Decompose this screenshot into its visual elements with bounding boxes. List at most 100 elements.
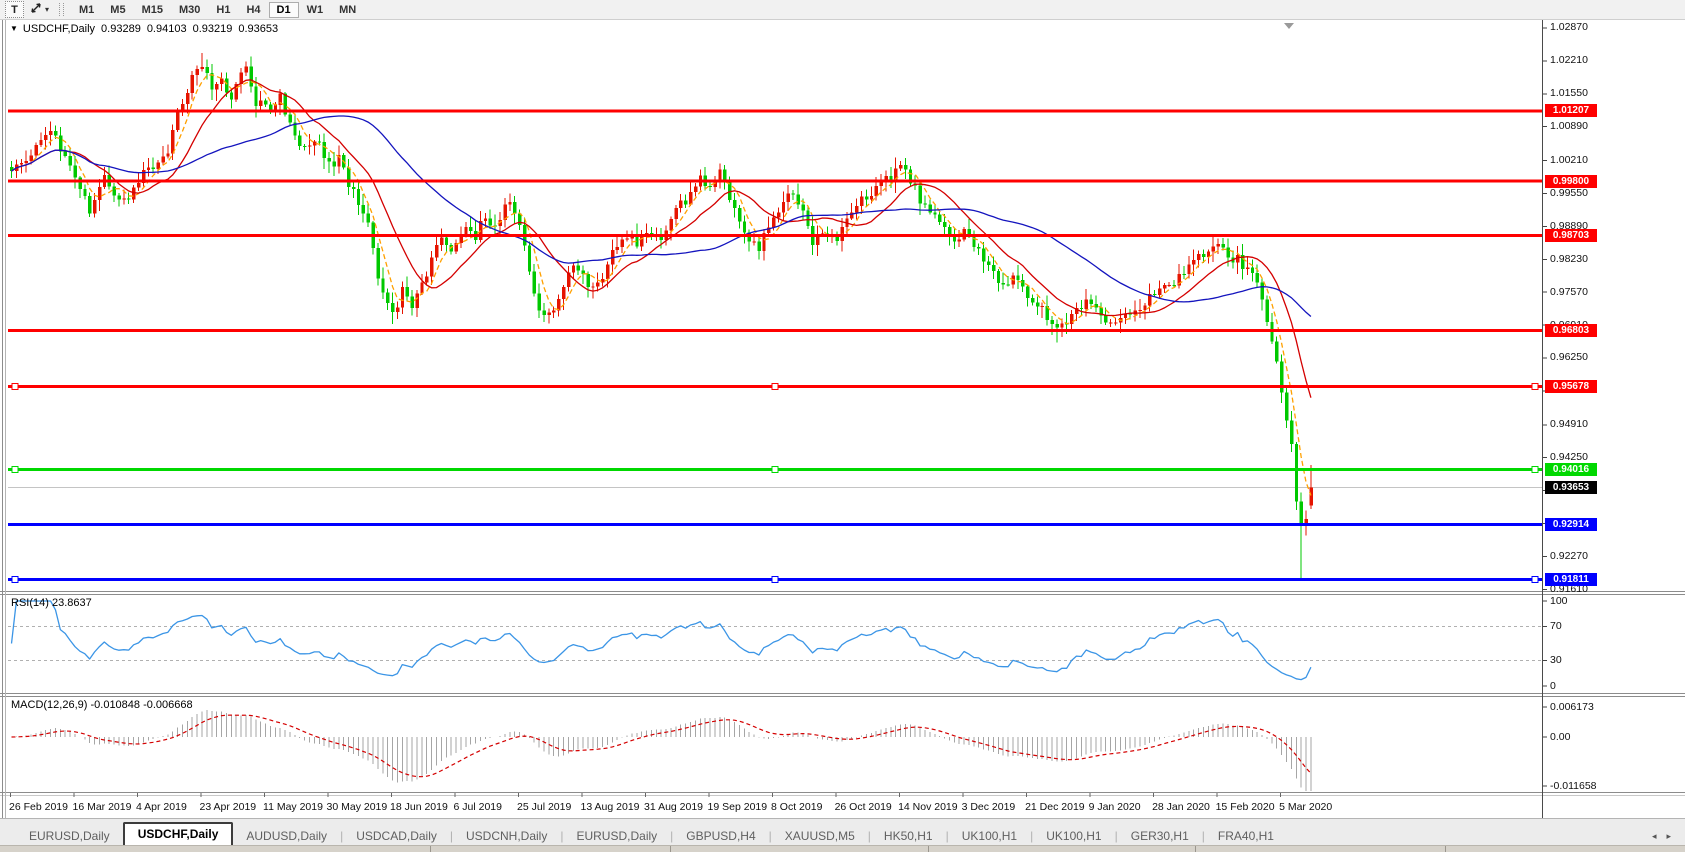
candle-body: [376, 248, 379, 279]
date-label: 11 May 2019: [263, 801, 323, 813]
hline-handle[interactable]: [772, 384, 778, 390]
candle-body: [25, 161, 28, 163]
timeframe-button-M15[interactable]: M15: [134, 2, 171, 18]
macd-label: MACD(12,26,9) -0.010848 -0.006668: [11, 699, 193, 711]
ohlc-open: 0.93289: [101, 23, 141, 35]
candle-body: [83, 189, 86, 196]
hline-handle[interactable]: [1532, 576, 1538, 582]
ohlc-close: 0.93653: [238, 23, 278, 35]
text-tool-button[interactable]: T: [5, 1, 24, 18]
timeframe-button-H1[interactable]: H1: [208, 2, 238, 18]
candle-body: [1212, 247, 1215, 252]
hline-handle[interactable]: [1532, 466, 1538, 472]
candle-body: [1236, 255, 1239, 262]
status-strip-separator: [1195, 846, 1196, 852]
tab-AUDUSD,Daily[interactable]: AUDUSD,Daily: [233, 826, 340, 846]
price-tick-label: 0.97570: [1550, 286, 1588, 298]
arrange-tool-button[interactable]: ▾: [29, 2, 49, 17]
tab-scroll-right-icon[interactable]: ▸: [1666, 826, 1671, 846]
candle-body: [938, 214, 941, 222]
tab-GER30,H1[interactable]: GER30,H1: [1118, 826, 1202, 846]
candle-body: [669, 219, 672, 231]
candle-body: [855, 206, 858, 212]
candle-body: [709, 186, 712, 187]
status-strip-separator: [928, 846, 929, 852]
candle-body: [782, 202, 785, 213]
tab-HK50,H1[interactable]: HK50,H1: [871, 826, 946, 846]
candle-body: [357, 189, 360, 205]
candle-body: [577, 266, 580, 271]
hline-handle[interactable]: [772, 466, 778, 472]
candle-body: [972, 236, 975, 247]
candle-body: [538, 294, 541, 311]
rsi-label: RSI(14) 23.8637: [11, 597, 92, 609]
tab-GBPUSD,H4[interactable]: GBPUSD,H4: [673, 826, 768, 846]
tab-XAUUSD,M5[interactable]: XAUUSD,M5: [772, 826, 868, 846]
date-label: 3 Dec 2019: [962, 801, 1016, 813]
price-tick-label: 0.94910: [1550, 418, 1588, 430]
timeframe-button-MN[interactable]: MN: [331, 2, 364, 18]
date-label: 6 Jul 2019: [454, 801, 502, 813]
tab-active-USDCHF,Daily[interactable]: USDCHF,Daily: [123, 822, 234, 846]
toolbar-grip[interactable]: [59, 3, 64, 16]
price-level-badge[interactable]: 0.95678: [1545, 380, 1597, 393]
price-level-badge[interactable]: 0.94016: [1545, 463, 1597, 476]
tab-EURUSD,Daily[interactable]: EURUSD,Daily: [563, 826, 670, 846]
candle-body: [919, 185, 922, 203]
date-label: 28 Jan 2020: [1152, 801, 1210, 813]
candle-body: [606, 265, 609, 279]
tab-UK100,H1[interactable]: UK100,H1: [1033, 826, 1114, 846]
timeframe-button-D1[interactable]: D1: [269, 2, 299, 18]
price-level-badge[interactable]: 0.91811: [1545, 573, 1597, 586]
date-label: 14 Nov 2019: [898, 801, 958, 813]
hline-handle[interactable]: [12, 576, 18, 582]
timeframe-button-W1[interactable]: W1: [299, 2, 332, 18]
date-label: 5 Mar 2020: [1279, 801, 1332, 813]
timeframe-button-M5[interactable]: M5: [102, 2, 133, 18]
candle-body: [308, 146, 311, 147]
tab-UK100,H1[interactable]: UK100,H1: [949, 826, 1030, 846]
candle-body: [39, 140, 42, 145]
tab-scroll-left-icon[interactable]: ◂: [1652, 826, 1657, 846]
date-label: 16 Mar 2019: [73, 801, 132, 813]
hline-handle[interactable]: [1532, 384, 1538, 390]
hline-handle[interactable]: [12, 466, 18, 472]
candle-body: [753, 241, 756, 242]
date-label: 25 Jul 2019: [517, 801, 571, 813]
candle-body: [743, 221, 746, 232]
candle-body: [992, 265, 995, 271]
candle-body: [684, 201, 687, 205]
price-level-badge[interactable]: 0.99800: [1545, 175, 1597, 188]
candle-body: [225, 78, 228, 92]
collapse-icon[interactable]: ▼: [10, 24, 18, 33]
macd-tick-label: 0.006173: [1550, 701, 1594, 713]
ohlc-low: 0.93219: [193, 23, 233, 35]
tab-USDCNH,Daily[interactable]: USDCNH,Daily: [453, 826, 560, 846]
candle-body: [132, 188, 135, 200]
candle-body: [98, 187, 101, 200]
price-level-badge[interactable]: 0.96803: [1545, 324, 1597, 337]
candle-body: [425, 276, 428, 282]
tab-FRA40,H1[interactable]: FRA40,H1: [1205, 826, 1287, 846]
chart-title: ▼USDCHF,Daily0.932890.941030.932190.9365…: [10, 23, 278, 35]
price-level-badge[interactable]: 0.98703: [1545, 229, 1597, 242]
timeframe-button-H4[interactable]: H4: [238, 2, 268, 18]
timeframe-button-M30[interactable]: M30: [171, 2, 208, 18]
tab-USDCAD,Daily[interactable]: USDCAD,Daily: [343, 826, 450, 846]
hline-handle[interactable]: [12, 384, 18, 390]
candle-body: [122, 198, 125, 199]
candle-body: [328, 158, 331, 162]
candle-body: [508, 202, 511, 205]
candle-body: [1275, 341, 1278, 361]
candle-body: [362, 205, 365, 214]
hline-handle[interactable]: [772, 576, 778, 582]
chart-shift-marker[interactable]: [1284, 23, 1294, 29]
candle-body: [586, 274, 589, 287]
price-level-badge[interactable]: 1.01207: [1545, 104, 1597, 117]
candle-body: [396, 307, 399, 311]
date-label: 26 Feb 2019: [9, 801, 68, 813]
candle-body: [191, 75, 194, 93]
price-level-badge[interactable]: 0.92914: [1545, 518, 1597, 531]
tab-EURUSD,Daily[interactable]: EURUSD,Daily: [16, 826, 123, 846]
timeframe-button-M1[interactable]: M1: [71, 2, 102, 18]
